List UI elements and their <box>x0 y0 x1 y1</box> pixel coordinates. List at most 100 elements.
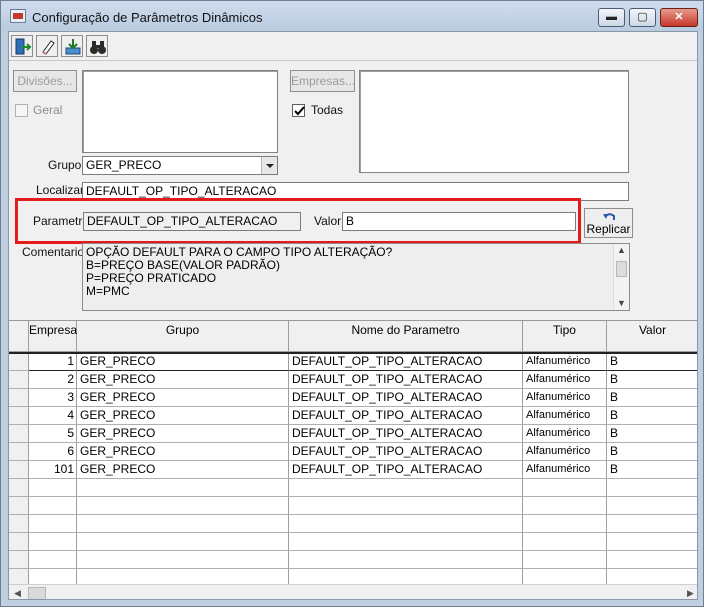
cell-empresa[interactable] <box>29 515 77 533</box>
cell-nome-parametro[interactable]: DEFAULT_OP_TIPO_ALTERACAO <box>289 389 523 407</box>
cell-tipo[interactable] <box>523 515 607 533</box>
cell-tipo[interactable]: Alfanumérico <box>523 443 607 461</box>
valor-input[interactable]: B <box>342 212 576 231</box>
cell-empresa[interactable]: 6 <box>29 443 77 461</box>
scroll-left-icon[interactable]: ◀ <box>9 585 26 599</box>
cell-nome-parametro[interactable] <box>289 533 523 551</box>
cell-nome-parametro[interactable]: DEFAULT_OP_TIPO_ALTERACAO <box>289 407 523 425</box>
exit-button[interactable] <box>11 35 33 57</box>
cell-empresa[interactable]: 5 <box>29 425 77 443</box>
cell-nome-parametro[interactable]: DEFAULT_OP_TIPO_ALTERACAO <box>289 443 523 461</box>
exit-icon <box>15 38 32 55</box>
cell-grupo[interactable]: GER_PRECO <box>77 407 289 425</box>
cell-nome-parametro[interactable]: DEFAULT_OP_TIPO_ALTERACAO <box>289 461 523 479</box>
parametro-field: DEFAULT_OP_TIPO_ALTERACAO <box>83 212 301 231</box>
cell-tipo[interactable]: Alfanumérico <box>523 407 607 425</box>
cell-valor[interactable]: B <box>607 353 697 371</box>
comentarios-memo[interactable]: OPÇÃO DEFAULT PARA O CAMPO TIPO ALTERAÇÃ… <box>82 243 630 311</box>
cell-grupo[interactable] <box>77 479 289 497</box>
cell-tipo[interactable]: Alfanumérico <box>523 425 607 443</box>
empresas-button[interactable]: Empresas... <box>290 70 355 92</box>
empresas-list[interactable] <box>359 70 629 173</box>
cell-grupo[interactable]: GER_PRECO <box>77 353 289 371</box>
divisoes-list[interactable] <box>82 70 278 153</box>
eraser-button[interactable] <box>36 35 58 57</box>
cell-grupo[interactable] <box>77 497 289 515</box>
scroll-thumb[interactable] <box>28 587 46 599</box>
scroll-up-icon[interactable]: ▲ <box>614 244 629 257</box>
cell-valor[interactable] <box>607 551 697 569</box>
header-empresa[interactable]: Empresa <box>29 321 77 352</box>
cell-grupo[interactable]: GER_PRECO <box>77 443 289 461</box>
cell-valor[interactable] <box>607 515 697 533</box>
cell-grupo[interactable]: GER_PRECO <box>77 425 289 443</box>
cell-empresa[interactable] <box>29 551 77 569</box>
cell-tipo[interactable] <box>523 479 607 497</box>
scroll-right-icon[interactable]: ▶ <box>682 585 697 599</box>
row-indicator <box>9 533 29 551</box>
cell-valor[interactable]: B <box>607 407 697 425</box>
cell-empresa[interactable]: 4 <box>29 407 77 425</box>
cell-nome-parametro[interactable] <box>289 551 523 569</box>
import-button[interactable] <box>61 35 83 57</box>
cell-valor[interactable]: B <box>607 461 697 479</box>
cell-grupo[interactable]: GER_PRECO <box>77 371 289 389</box>
row-indicator <box>9 515 29 533</box>
header-grupo[interactable]: Grupo <box>77 321 289 352</box>
cell-empresa[interactable] <box>29 479 77 497</box>
grupo-combobox[interactable]: GER_PRECO <box>82 156 278 175</box>
horizontal-scrollbar[interactable]: ◀ ▶ <box>9 584 697 599</box>
chevron-down-icon[interactable] <box>261 157 277 174</box>
cell-nome-parametro[interactable]: DEFAULT_OP_TIPO_ALTERACAO <box>289 353 523 371</box>
cell-valor[interactable] <box>607 479 697 497</box>
cell-empresa[interactable] <box>29 497 77 515</box>
header-tipo[interactable]: Tipo <box>523 321 607 352</box>
cell-tipo[interactable]: Alfanumérico <box>523 461 607 479</box>
cell-grupo[interactable] <box>77 515 289 533</box>
cell-tipo[interactable] <box>523 497 607 515</box>
maximize-button[interactable]: ▢ <box>629 8 656 27</box>
close-button[interactable]: ✕ <box>660 8 698 27</box>
header-valor[interactable]: Valor <box>607 321 697 352</box>
cell-empresa[interactable] <box>29 533 77 551</box>
cell-empresa[interactable]: 101 <box>29 461 77 479</box>
cell-nome-parametro[interactable] <box>289 515 523 533</box>
comentarios-scrollbar[interactable]: ▲ ▼ <box>613 244 629 310</box>
cell-valor[interactable]: B <box>607 371 697 389</box>
cell-nome-parametro[interactable]: DEFAULT_OP_TIPO_ALTERACAO <box>289 371 523 389</box>
cell-tipo[interactable]: Alfanumérico <box>523 389 607 407</box>
scroll-thumb[interactable] <box>616 261 627 277</box>
cell-grupo[interactable]: GER_PRECO <box>77 461 289 479</box>
row-indicator <box>9 443 29 461</box>
cell-empresa[interactable]: 2 <box>29 371 77 389</box>
divisoes-button[interactable]: Divisões... <box>13 70 77 92</box>
cell-tipo[interactable]: Alfanumérico <box>523 353 607 371</box>
scroll-down-icon[interactable]: ▼ <box>614 297 629 310</box>
cell-grupo[interactable] <box>77 551 289 569</box>
cell-nome-parametro[interactable] <box>289 497 523 515</box>
cell-grupo[interactable] <box>77 533 289 551</box>
geral-checkbox[interactable] <box>15 104 28 117</box>
cell-valor[interactable]: B <box>607 425 697 443</box>
cell-valor[interactable]: B <box>607 389 697 407</box>
replicar-button[interactable]: Replicar <box>584 208 633 238</box>
comentario-line: P=PREÇO PRATICADO <box>86 271 217 285</box>
cell-tipo[interactable] <box>523 533 607 551</box>
minimize-button[interactable]: ▬ <box>598 8 625 27</box>
import-icon <box>65 39 81 55</box>
parameters-grid: Empresa Grupo Nome do Parametro Tipo Val… <box>9 320 697 599</box>
cell-valor[interactable] <box>607 533 697 551</box>
todas-checkbox[interactable] <box>292 104 305 117</box>
cell-tipo[interactable]: Alfanumérico <box>523 371 607 389</box>
cell-nome-parametro[interactable] <box>289 479 523 497</box>
cell-empresa[interactable]: 1 <box>29 353 77 371</box>
cell-nome-parametro[interactable]: DEFAULT_OP_TIPO_ALTERACAO <box>289 425 523 443</box>
cell-valor[interactable]: B <box>607 443 697 461</box>
cell-empresa[interactable]: 3 <box>29 389 77 407</box>
cell-tipo[interactable] <box>523 551 607 569</box>
row-indicator <box>9 479 29 497</box>
cell-grupo[interactable]: GER_PRECO <box>77 389 289 407</box>
search-button[interactable] <box>86 35 108 57</box>
header-nome-parametro[interactable]: Nome do Parametro <box>289 321 523 352</box>
cell-valor[interactable] <box>607 497 697 515</box>
